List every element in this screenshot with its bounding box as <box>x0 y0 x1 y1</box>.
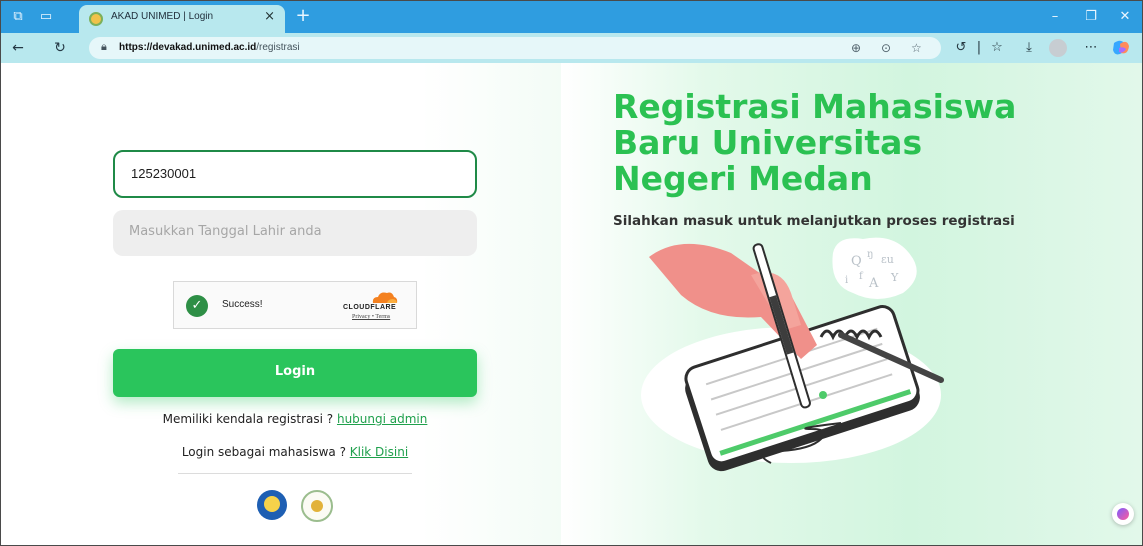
hero-title-line-1: Registrasi Mahasiswa <box>613 87 1017 126</box>
contact-admin-link[interactable]: hubungi admin <box>337 412 427 426</box>
svg-text:A: A <box>868 276 879 291</box>
help-label: Memiliki kendala registrasi ? <box>162 412 337 426</box>
title-bar: ⧉ ▭ AKAD UNIMED | Login × + – ❐ ✕ <box>1 1 1142 33</box>
nim-value: 125230001 <box>131 166 197 181</box>
address-bar[interactable]: 🔒︎ https://devakad.unimed.ac.id/registra… <box>89 37 941 59</box>
favorites-icon[interactable]: ☆ <box>987 38 1007 58</box>
student-label: Login sebagai mahasiswa ? <box>181 445 350 459</box>
separator: | <box>976 40 982 55</box>
assistant-button[interactable] <box>1112 503 1134 525</box>
zoom-icon[interactable]: ⊕ <box>851 41 861 55</box>
url-path: /registrasi <box>256 42 300 53</box>
svg-text:Q: Q <box>851 254 862 269</box>
divider <box>178 473 412 474</box>
checkmark-icon: ✓ <box>186 295 208 317</box>
svg-text:i: i <box>845 275 848 286</box>
minimize-icon[interactable]: – <box>1043 7 1067 27</box>
workspaces-icon[interactable]: ⧉ <box>9 8 27 26</box>
lock-icon: 🔒︎ <box>101 40 107 53</box>
browser-window: ⧉ ▭ AKAD UNIMED | Login × + – ❐ ✕ ← ↻ 🔒︎… <box>0 0 1143 546</box>
writing-illustration: Q ŋ ɛu i f A Y <box>641 237 944 472</box>
restore-icon[interactable]: ❐ <box>1079 7 1103 27</box>
url-text: https://devakad.unimed.ac.id/registrasi <box>119 42 300 53</box>
browser-tab[interactable]: AKAD UNIMED | Login × <box>79 5 285 33</box>
new-tab-button[interactable]: + <box>293 7 313 27</box>
more-icon[interactable]: ⋯ <box>1081 38 1101 58</box>
reading-view-icon[interactable]: ⊙ <box>881 41 891 55</box>
cloudflare-icon <box>372 292 398 303</box>
captcha-widget[interactable]: ✓ Success! CLOUDFLARE Privacy • Terms <box>173 281 417 329</box>
help-text: Memiliki kendala registrasi ? hubungi ad… <box>113 412 477 426</box>
close-tab-icon[interactable]: × <box>264 9 275 24</box>
login-button[interactable]: Login <box>113 349 477 397</box>
refresh-sidebar-icon[interactable]: ↺ <box>951 38 971 58</box>
svg-text:ŋ: ŋ <box>867 249 873 260</box>
tab-actions-icon[interactable]: ▭ <box>37 8 55 26</box>
hero-title-line-3: Negeri Medan <box>613 159 873 198</box>
navigation-bar: ← ↻ 🔒︎ https://devakad.unimed.ac.id/regi… <box>1 33 1142 63</box>
captcha-status: Success! <box>222 299 263 310</box>
close-window-icon[interactable]: ✕ <box>1113 7 1137 27</box>
favicon-icon <box>89 12 103 26</box>
login-label: Login <box>274 364 316 379</box>
hero-title: Registrasi Mahasiswa Baru Universitas Ne… <box>613 89 1083 197</box>
cloudflare-brand: CLOUDFLARE <box>343 304 397 311</box>
tab-title: AKAD UNIMED | Login <box>111 11 214 22</box>
back-icon[interactable]: ← <box>9 39 27 57</box>
captcha-links[interactable]: Privacy • Terms <box>352 314 390 320</box>
nim-input[interactable]: 125230001 <box>113 150 477 198</box>
student-login-text: Login sebagai mahasiswa ? Klik Disini <box>113 445 477 459</box>
svg-text:ɛu: ɛu <box>881 253 894 266</box>
url-host: https://devakad.unimed.ac.id <box>119 42 257 53</box>
favorite-icon[interactable]: ☆ <box>911 41 922 55</box>
page-content: 125230001 Masukkan Tanggal Lahir anda ✓ … <box>1 63 1142 545</box>
kemdikbud-logo <box>257 490 287 520</box>
student-login-link[interactable]: Klik Disini <box>350 445 408 459</box>
refresh-icon[interactable]: ↻ <box>51 39 69 57</box>
birthdate-input[interactable]: Masukkan Tanggal Lahir anda <box>113 210 477 256</box>
hero-title-line-2: Baru Universitas <box>613 123 923 162</box>
downloads-icon[interactable]: ⤓ <box>1019 38 1039 58</box>
hero-subtitle: Silahkan masuk untuk melanjutkan proses … <box>613 213 1015 229</box>
unimed-logo <box>301 490 333 522</box>
birthdate-placeholder: Masukkan Tanggal Lahir anda <box>129 224 322 239</box>
profile-icon[interactable] <box>1049 39 1067 57</box>
copilot-icon[interactable] <box>1111 39 1131 57</box>
svg-text:Y: Y <box>890 271 899 284</box>
